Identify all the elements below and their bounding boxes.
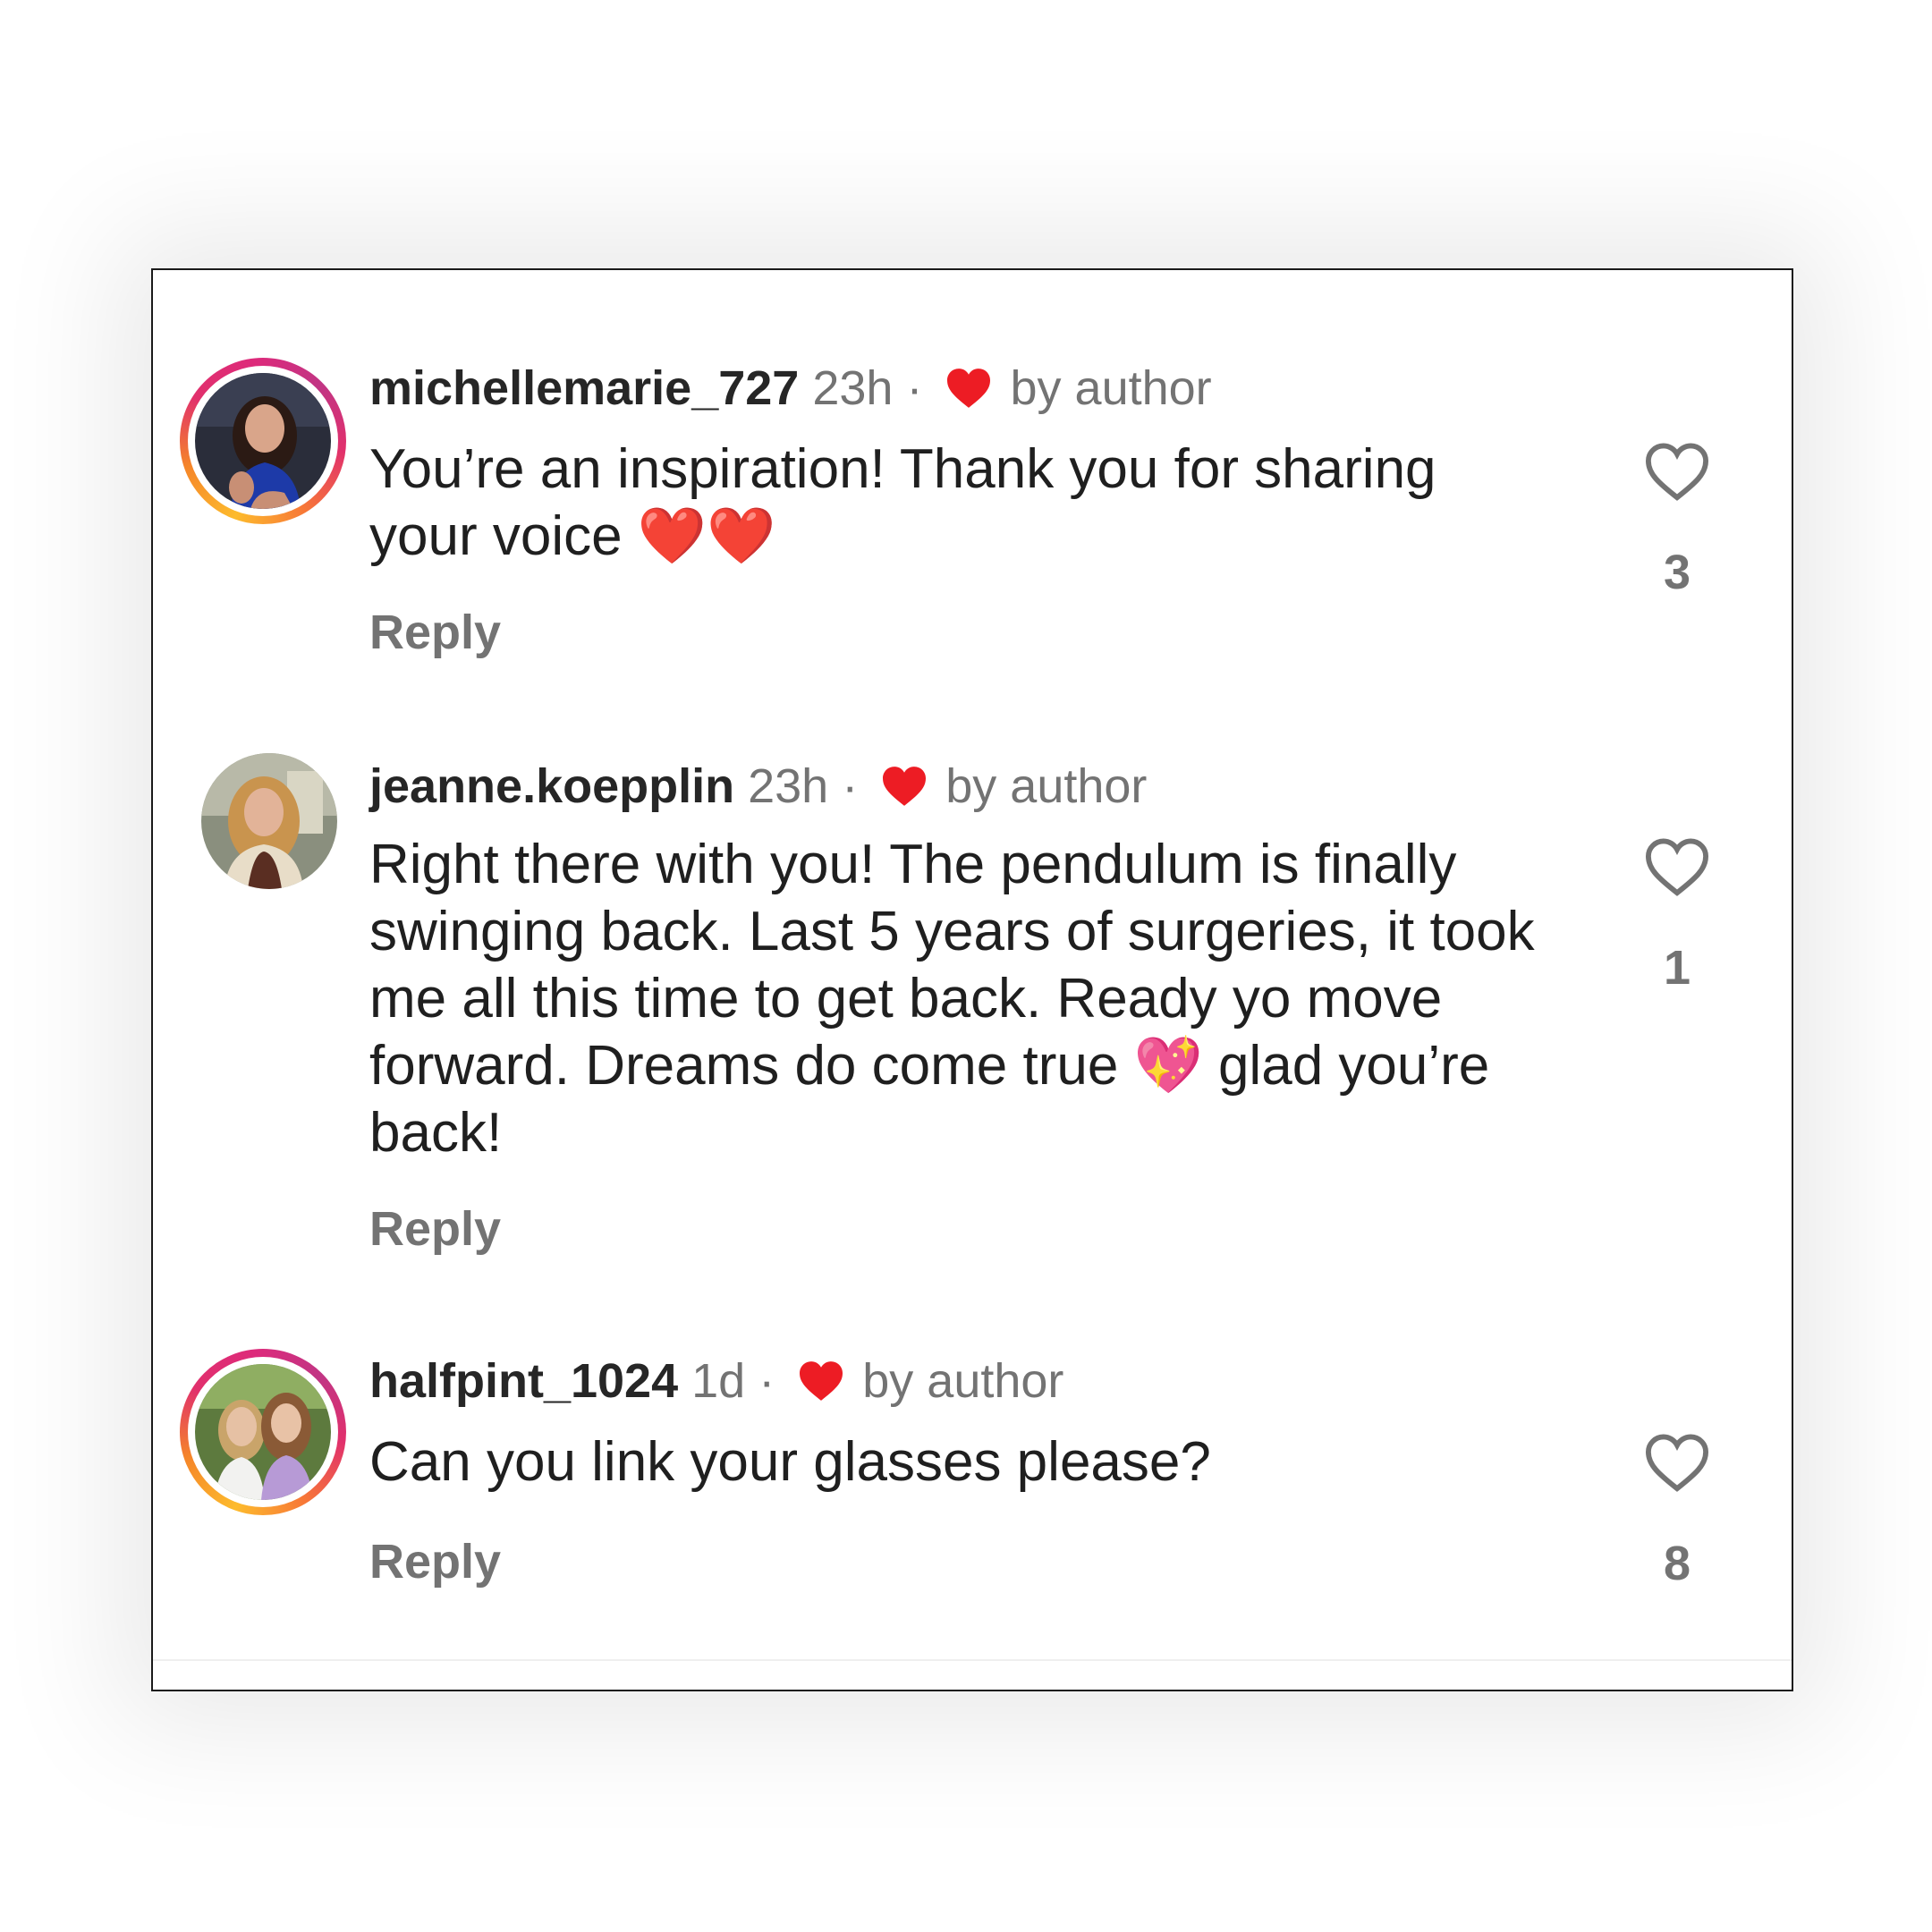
author-liked-heart-icon bbox=[945, 365, 993, 422]
comment-timestamp: 1d bbox=[691, 1354, 746, 1408]
heart-outline-icon[interactable] bbox=[1643, 835, 1711, 898]
comment-text: Can you link your glasses please? bbox=[369, 1431, 1211, 1493]
liked-by-author-label: by author bbox=[862, 1354, 1064, 1408]
username-link[interactable]: michellemarie_727 bbox=[369, 361, 799, 415]
comment-timestamp: 23h bbox=[748, 759, 829, 813]
divider bbox=[153, 1659, 1792, 1661]
comment-meta: michellemarie_727 23h · by author bbox=[369, 360, 1212, 422]
like-count: 3 bbox=[1663, 546, 1691, 599]
screenshot-background: michellemarie_727 23h · by author You’re… bbox=[0, 0, 1932, 1932]
comments-panel: michellemarie_727 23h · by author You’re… bbox=[151, 268, 1793, 1691]
liked-by-author-label: by author bbox=[945, 759, 1148, 813]
username-link[interactable]: jeanne.koepplin bbox=[369, 759, 734, 813]
comment-text: You’re an inspiration! Thank you for sha… bbox=[369, 438, 1436, 567]
meta-separator: · bbox=[906, 361, 923, 415]
comment-text: Right there with you! The pendulum is fi… bbox=[369, 834, 1535, 1164]
meta-separator: · bbox=[842, 759, 859, 813]
reply-button[interactable]: Reply bbox=[369, 1533, 501, 1590]
like-count: 8 bbox=[1663, 1537, 1691, 1590]
reply-button[interactable]: Reply bbox=[369, 604, 501, 661]
author-liked-heart-icon bbox=[880, 763, 928, 820]
heart-outline-icon[interactable] bbox=[1643, 440, 1711, 503]
comment-timestamp: 23h bbox=[812, 361, 894, 415]
reply-button[interactable]: Reply bbox=[369, 1200, 501, 1258]
avatar[interactable] bbox=[201, 753, 337, 889]
meta-separator: · bbox=[758, 1354, 775, 1408]
avatar-story-ring[interactable] bbox=[180, 358, 346, 524]
comment-meta: halfpint_1024 1d · by author bbox=[369, 1352, 1063, 1415]
heart-outline-icon[interactable] bbox=[1643, 1431, 1711, 1494]
username-link[interactable]: halfpint_1024 bbox=[369, 1354, 678, 1408]
author-liked-heart-icon bbox=[797, 1358, 845, 1415]
avatar bbox=[195, 373, 331, 509]
comment-meta: jeanne.koepplin 23h · by author bbox=[369, 758, 1147, 820]
liked-by-author-label: by author bbox=[1010, 361, 1212, 415]
like-count: 1 bbox=[1663, 941, 1691, 995]
avatar-story-ring[interactable] bbox=[180, 1349, 346, 1515]
avatar bbox=[195, 1364, 331, 1500]
